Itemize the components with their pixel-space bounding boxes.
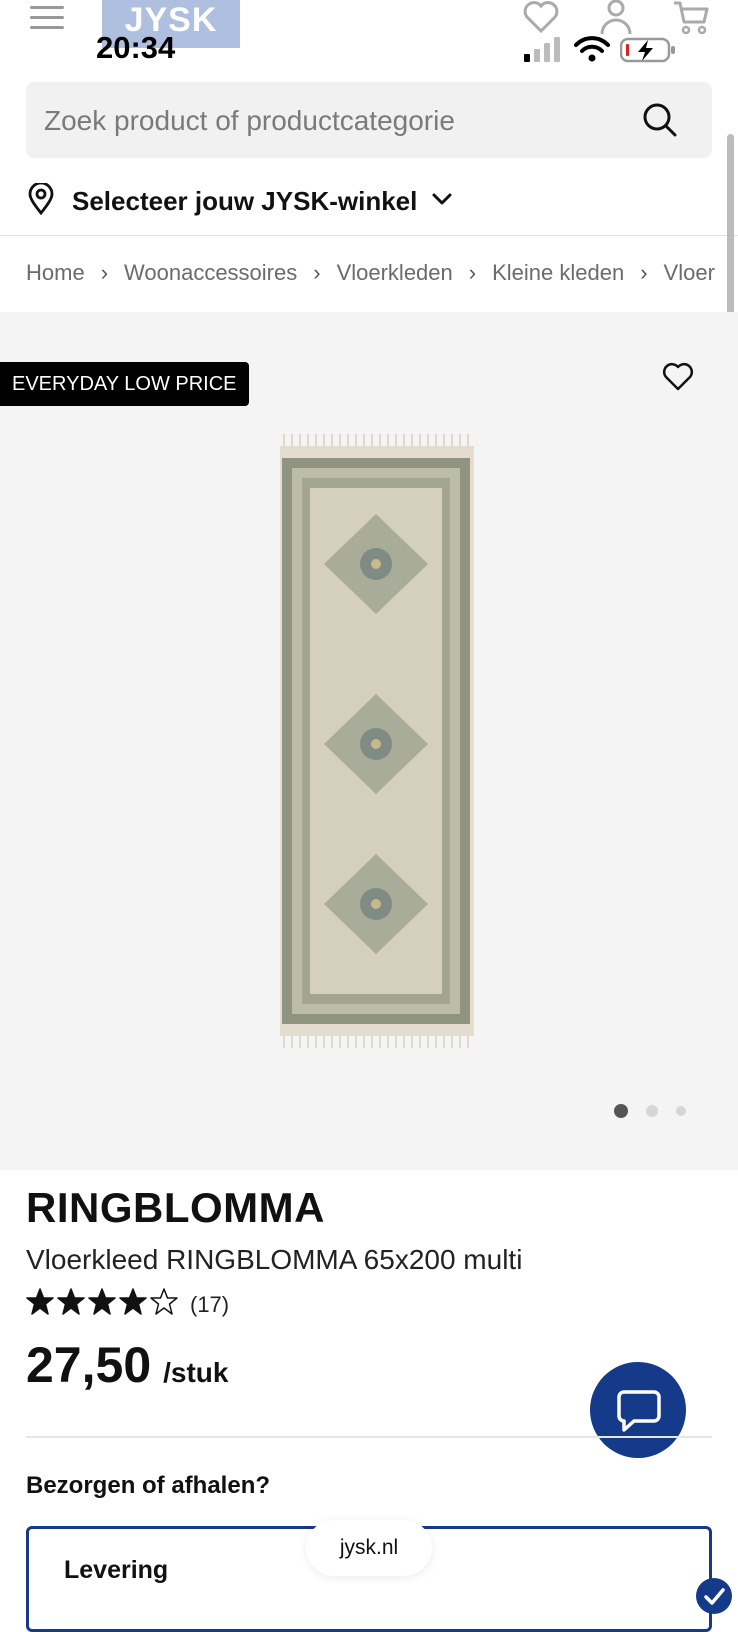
review-count: (17) <box>190 1291 230 1317</box>
product-image-rug <box>278 434 478 1053</box>
breadcrumb: Home › Woonaccessoires › Vloerkleden › K… <box>26 258 716 288</box>
hamburger-menu-icon[interactable] <box>30 4 64 32</box>
browser-url-pill[interactable]: jysk.nl <box>306 1520 432 1576</box>
star-rating-icon <box>26 1288 180 1321</box>
carousel-dot-2[interactable] <box>646 1105 658 1117</box>
wishlist-heart-icon[interactable] <box>522 0 560 39</box>
product-rating[interactable]: (17) <box>26 1288 229 1321</box>
favorite-heart-icon[interactable] <box>662 362 694 397</box>
wifi-icon <box>574 36 610 67</box>
chat-bubble-icon <box>616 1388 662 1439</box>
divider <box>0 235 738 236</box>
everyday-low-price-badge: EVERYDAY LOW PRICE <box>0 362 249 406</box>
product-brand: RINGBLOMMA <box>26 1184 325 1231</box>
chevron-right-icon: › <box>640 260 648 285</box>
breadcrumb-item-vloerkleden[interactable]: Vloerkleden <box>337 260 453 286</box>
search-bar[interactable] <box>26 82 712 158</box>
chevron-right-icon: › <box>468 260 477 285</box>
product-price: 27,50 /stuk <box>26 1336 228 1394</box>
store-selector-label: Selecteer jouw JYSK-winkel <box>72 185 418 216</box>
breadcrumb-item-kleine-kleden[interactable]: Kleine kleden <box>492 260 624 286</box>
status-time: 20:34 <box>96 30 176 65</box>
carousel-dot-1[interactable] <box>614 1104 628 1118</box>
delivery-question: Bezorgen of afhalen? <box>26 1472 271 1499</box>
check-icon <box>696 1578 732 1614</box>
location-pin-icon <box>26 181 56 220</box>
divider <box>26 1436 712 1438</box>
search-input[interactable] <box>42 96 646 146</box>
breadcrumb-item-vloerkleden-current[interactable]: Vloerkleden <box>664 260 716 286</box>
cart-icon[interactable] <box>672 0 710 41</box>
product-name: Vloerkleed RINGBLOMMA 65x200 multi <box>26 1244 523 1275</box>
search-icon[interactable] <box>642 102 678 143</box>
delivery-option-label: Levering <box>64 1556 169 1584</box>
battery-charging-icon <box>619 36 676 69</box>
breadcrumb-item-home[interactable]: Home <box>26 260 85 286</box>
chevron-right-icon: › <box>313 260 321 285</box>
signal-strength-icon <box>524 36 564 67</box>
image-carousel-dots <box>614 1104 686 1118</box>
chevron-right-icon: › <box>100 260 109 285</box>
carousel-dot-3[interactable] <box>676 1106 686 1116</box>
price-unit: /stuk <box>163 1357 229 1388</box>
breadcrumb-item-woonaccessoires[interactable]: Woonaccessoires <box>124 260 297 286</box>
store-selector[interactable]: Selecteer jouw JYSK-winkel <box>26 176 453 226</box>
account-user-icon[interactable] <box>598 0 634 39</box>
chevron-down-icon <box>431 191 453 212</box>
chat-button[interactable] <box>590 1362 686 1458</box>
price-value: 27,50 <box>26 1337 152 1393</box>
